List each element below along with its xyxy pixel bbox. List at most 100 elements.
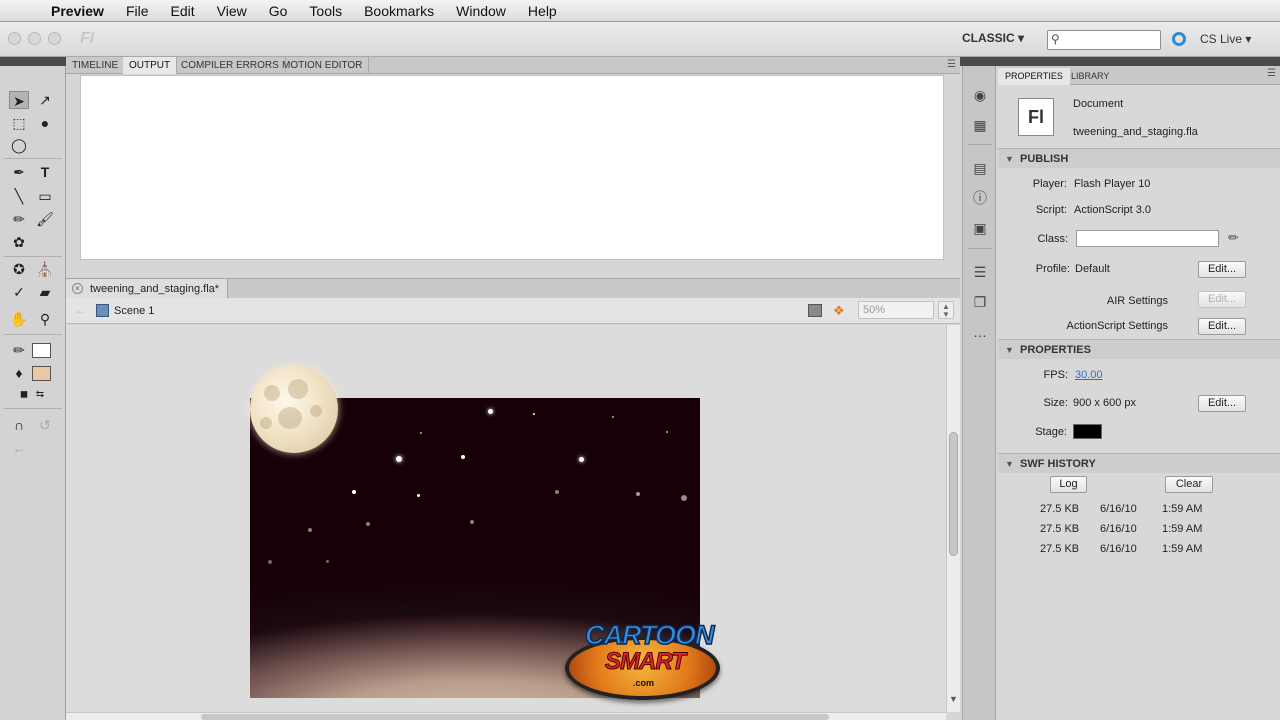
panel-options-icon[interactable]: ☰: [947, 59, 956, 70]
clear-button[interactable]: Clear: [1165, 476, 1213, 493]
smooth-icon[interactable]: ↺: [35, 416, 55, 434]
zoom-dropdown-icon[interactable]: ▲ ▼: [938, 301, 954, 319]
free-transform-tool-icon[interactable]: ⬚: [9, 114, 29, 132]
moon-crater: [264, 385, 280, 401]
air-settings-edit-button[interactable]: Edit...: [1198, 291, 1246, 308]
help-search-input[interactable]: ⚲: [1047, 30, 1161, 50]
profile-edit-button[interactable]: Edit...: [1198, 261, 1246, 278]
pencil-tool-icon[interactable]: ✏: [9, 210, 29, 228]
menu-go[interactable]: Go: [258, 0, 299, 22]
deco-tool-icon[interactable]: ✿: [9, 233, 29, 251]
pen-tool-icon[interactable]: ✒: [9, 163, 29, 181]
menu-app-name[interactable]: Preview: [40, 0, 115, 22]
star: [612, 416, 614, 418]
actionscript-settings-edit-button[interactable]: Edit...: [1198, 318, 1246, 335]
swatches-panel-icon[interactable]: ▦: [971, 116, 989, 134]
scroll-down-icon[interactable]: ▼: [949, 694, 958, 704]
panel-options-icon[interactable]: ☰: [1267, 68, 1276, 79]
bone-tool-icon[interactable]: ✪: [9, 260, 29, 278]
hand-tool-icon[interactable]: ✋: [9, 310, 29, 328]
document-tab-bar: × tweening_and_staging.fla*: [66, 278, 960, 299]
menu-bookmarks[interactable]: Bookmarks: [353, 0, 445, 22]
components-panel-icon[interactable]: ❐: [971, 293, 989, 311]
line-tool-icon[interactable]: ╲: [9, 187, 29, 205]
collapse-triangle-icon[interactable]: ▼: [1005, 149, 1014, 169]
player-label: Player:: [1032, 178, 1067, 190]
document-tab[interactable]: × tweening_and_staging.fla*: [66, 279, 229, 299]
snap-to-objects-icon[interactable]: ∩: [9, 416, 29, 434]
vertical-scroll-thumb[interactable]: [949, 432, 958, 556]
close-window-button[interactable]: [8, 32, 21, 45]
zoom-select[interactable]: 50%: [858, 301, 934, 319]
minimize-window-button[interactable]: [28, 32, 41, 45]
menu-view[interactable]: View: [206, 0, 258, 22]
tab-timeline[interactable]: TIMELINE: [66, 57, 126, 74]
text-tool-icon[interactable]: T: [35, 163, 55, 181]
stroke-color-swatch[interactable]: [32, 343, 51, 358]
brush-tool-icon[interactable]: 🖌: [35, 210, 55, 228]
collapse-triangle-icon[interactable]: ▼: [1005, 340, 1014, 360]
output-text-area[interactable]: [80, 75, 944, 260]
tab-library[interactable]: LIBRARY: [1064, 68, 1116, 85]
stage-horizontal-scrollbar[interactable]: [66, 712, 946, 720]
star: [366, 522, 370, 526]
moon-graphic[interactable]: [250, 365, 338, 453]
color-panel-icon[interactable]: ◉: [971, 86, 989, 104]
collapse-triangle-icon[interactable]: ▼: [1005, 454, 1014, 474]
tab-compiler-errors[interactable]: COMPILER ERRORS: [175, 57, 286, 74]
menu-edit[interactable]: Edit: [160, 0, 206, 22]
log-button[interactable]: Log: [1050, 476, 1087, 493]
swf-history-section-header[interactable]: ▼ SWF HISTORY: [998, 453, 1280, 473]
fill-color-swatch[interactable]: [32, 366, 51, 381]
stage-label: Stage:: [1035, 426, 1067, 438]
script-value: ActionScript 3.0: [1074, 204, 1152, 216]
3d-rotation-tool-icon[interactable]: ●: [35, 114, 55, 132]
zoom-tool-icon[interactable]: ⚲: [35, 310, 55, 328]
motion-presets-panel-icon[interactable]: …: [971, 323, 989, 341]
edit-scene-icon[interactable]: [808, 304, 822, 317]
class-input[interactable]: [1076, 230, 1219, 247]
tab-motion-editor[interactable]: MOTION EDITOR: [276, 57, 370, 74]
star: [352, 490, 356, 494]
workspace-switcher[interactable]: CLASSIC ▾: [962, 31, 1024, 45]
tab-output[interactable]: OUTPUT: [123, 57, 178, 74]
air-settings-label: AIR Settings: [1106, 295, 1168, 307]
cs-live-menu[interactable]: CS Live ▾: [1200, 32, 1251, 46]
zoom-window-button[interactable]: [48, 32, 61, 45]
publish-section-header[interactable]: ▼ PUBLISH: [998, 148, 1280, 168]
cs-live-icon[interactable]: [1172, 32, 1186, 46]
align-panel-icon[interactable]: ▤: [971, 159, 989, 177]
paint-bucket-tool-icon[interactable]: ⛪: [35, 260, 55, 278]
tab-properties[interactable]: PROPERTIES: [998, 68, 1070, 85]
stage-vertical-scrollbar[interactable]: ▼: [946, 325, 960, 712]
menu-window[interactable]: Window: [445, 0, 517, 22]
stroke-color-icon[interactable]: ✏: [9, 341, 29, 359]
scene-label[interactable]: Scene 1: [114, 305, 154, 317]
straighten-icon[interactable]: ←: [9, 439, 29, 457]
swap-colors-icon[interactable]: ⇆: [30, 386, 50, 404]
swf-history-header-label: SWF HISTORY: [1020, 458, 1096, 470]
rectangle-tool-icon[interactable]: ▭: [35, 187, 55, 205]
code-snippets-panel-icon[interactable]: ☰: [971, 263, 989, 281]
eraser-tool-icon[interactable]: ▰: [35, 283, 55, 301]
fps-value[interactable]: 30.00: [1075, 369, 1103, 381]
selection-tool-icon[interactable]: ➤: [9, 91, 29, 109]
back-arrow-icon[interactable]: ←: [74, 303, 86, 317]
menu-help[interactable]: Help: [517, 0, 568, 22]
properties-section-header[interactable]: ▼ PROPERTIES: [998, 339, 1280, 359]
menu-tools[interactable]: Tools: [298, 0, 353, 22]
lasso-tool-icon[interactable]: ◯: [9, 136, 29, 154]
subselection-tool-icon[interactable]: ↗: [35, 91, 55, 109]
edit-class-pencil-icon[interactable]: ✏: [1228, 230, 1239, 246]
info-panel-icon[interactable]: ⓘ: [971, 189, 989, 207]
stage-color-swatch[interactable]: [1073, 424, 1102, 439]
size-edit-button[interactable]: Edit...: [1198, 395, 1246, 412]
menu-file[interactable]: File: [115, 0, 160, 22]
star: [420, 432, 422, 434]
horizontal-scroll-thumb[interactable]: [201, 714, 829, 720]
transform-panel-icon[interactable]: ▣: [971, 219, 989, 237]
eyedropper-tool-icon[interactable]: ✓: [9, 283, 29, 301]
edit-symbols-icon[interactable]: ❖: [833, 303, 845, 319]
close-tab-icon[interactable]: ×: [72, 283, 83, 294]
fill-color-icon[interactable]: ♦: [9, 364, 29, 382]
